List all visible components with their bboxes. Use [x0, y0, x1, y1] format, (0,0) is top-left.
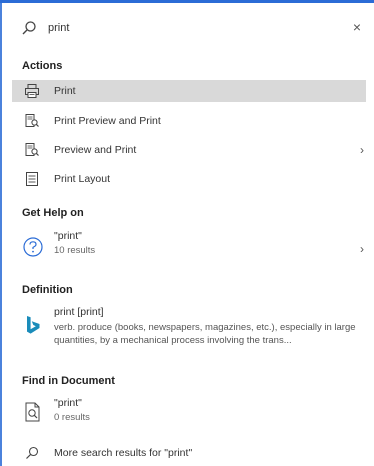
definition-text: verb. produce (books, newspapers, magazi… [54, 322, 356, 346]
action-print-layout[interactable]: Print Layout [12, 168, 366, 190]
search-bar: × [10, 14, 368, 42]
help-icon [23, 237, 43, 257]
definition-result[interactable]: print [print] verb. produce (books, news… [12, 306, 366, 354]
section-title-find: Find in Document [22, 375, 115, 387]
help-result[interactable]: "print" 10 results › [12, 230, 366, 264]
top-accent-bar [0, 0, 374, 3]
preview-print-icon [25, 143, 39, 156]
section-title-help: Get Help on [22, 207, 84, 219]
document-search-icon [25, 402, 40, 422]
help-title: "print" [54, 230, 82, 242]
action-print[interactable]: Print [12, 80, 366, 102]
definition-term: print [print] [54, 306, 104, 318]
section-title-definition: Definition [22, 284, 73, 296]
close-button[interactable]: × [348, 18, 366, 36]
print-layout-icon [26, 172, 38, 186]
find-count: 0 results [54, 412, 90, 423]
left-accent-edge [0, 0, 2, 466]
action-label: Print Layout [54, 173, 111, 185]
action-label: Print [54, 85, 76, 97]
printer-icon [25, 84, 39, 98]
action-label: Preview and Print [54, 144, 137, 156]
search-icon [22, 21, 36, 35]
action-preview-and-print[interactable]: Preview and Print › [12, 139, 366, 161]
search-input[interactable] [48, 18, 328, 38]
bing-icon [27, 316, 40, 334]
action-print-preview-and-print[interactable]: Print Preview and Print [12, 110, 366, 132]
chevron-right-icon[interactable]: › [360, 242, 364, 256]
more-search-results[interactable]: More search results for "print" [12, 444, 366, 462]
find-result[interactable]: "print" 0 results [12, 397, 366, 431]
print-preview-icon [25, 114, 39, 127]
section-title-actions: Actions [22, 60, 63, 72]
more-search-label: More search results for "print" [54, 447, 193, 459]
find-title: "print" [54, 397, 82, 409]
help-count: 10 results [54, 245, 96, 256]
chevron-right-icon[interactable]: › [360, 143, 364, 157]
search-icon [26, 446, 39, 459]
action-label: Print Preview and Print [54, 115, 161, 127]
